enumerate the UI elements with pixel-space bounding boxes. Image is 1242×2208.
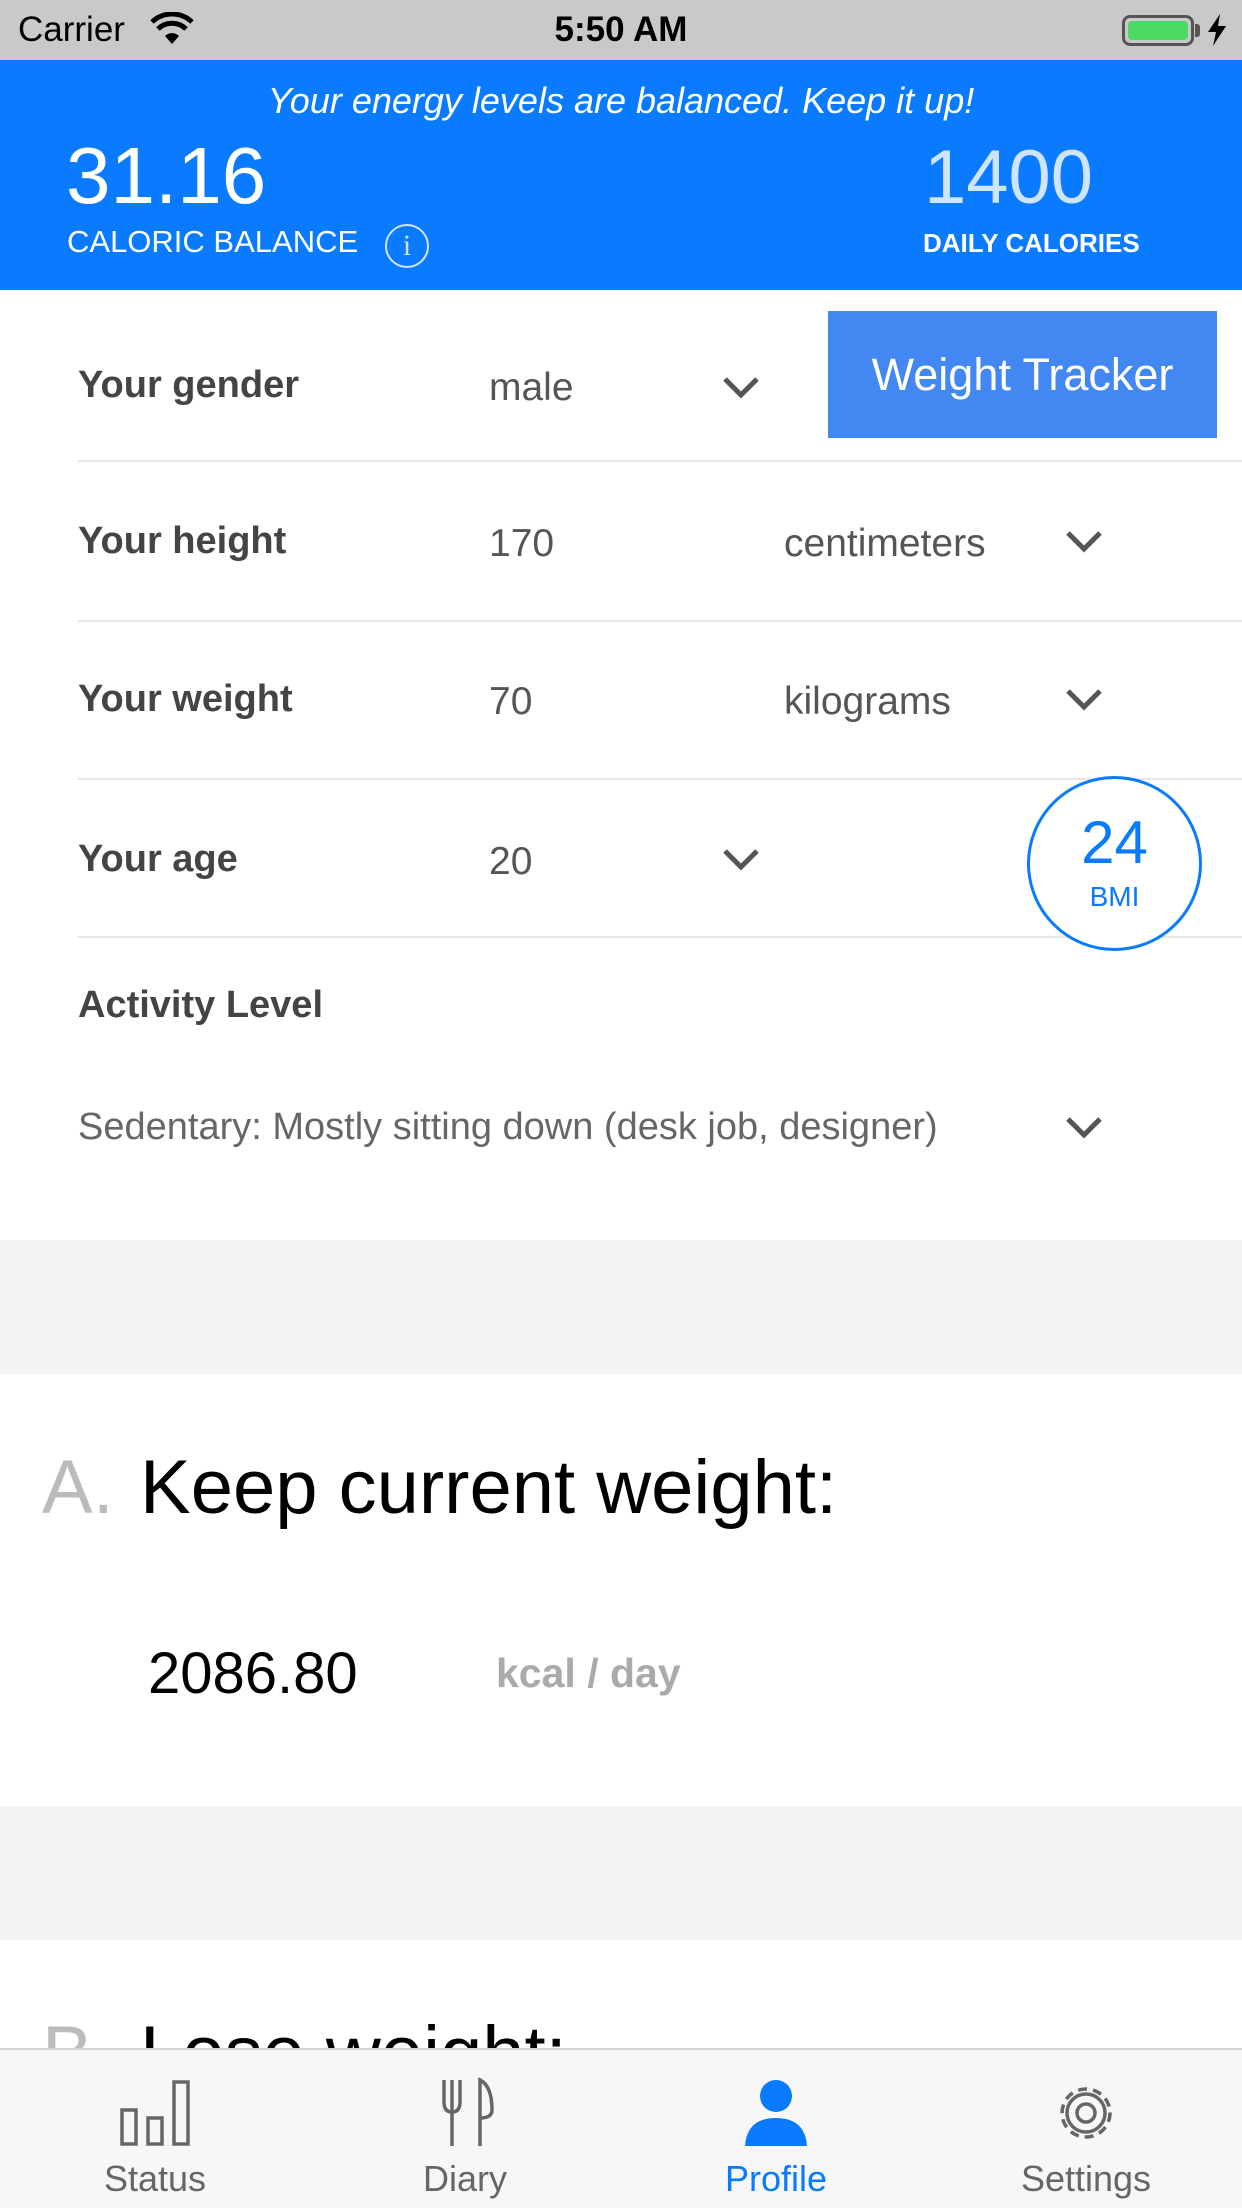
activity-level-select[interactable]: Sedentary: Mostly sitting down (desk job… xyxy=(78,1106,938,1149)
gender-label: Your gender xyxy=(78,364,299,406)
status-bar: Carrier 5:50 AM xyxy=(0,0,1242,60)
info-icon[interactable]: i xyxy=(385,224,429,268)
gear-icon xyxy=(1060,2087,1112,2139)
person-icon xyxy=(745,2080,807,2146)
weight-label: Your weight xyxy=(78,678,293,720)
tab-settings-label: Settings xyxy=(1020,2158,1152,2199)
weight-unit-select[interactable]: kilograms xyxy=(784,680,951,724)
height-unit-select[interactable]: centimeters xyxy=(784,522,986,566)
tab-profile[interactable]: Profile xyxy=(621,2050,931,2208)
section-divider xyxy=(0,1806,1242,1940)
activity-level-title: Activity Level xyxy=(78,984,323,1026)
tab-profile-label: Profile xyxy=(724,2158,828,2199)
tab-status[interactable]: Status xyxy=(0,2050,310,2208)
tab-status-label: Status xyxy=(103,2158,207,2199)
weight-row: Your weight 70 kilograms xyxy=(78,622,1242,780)
goal-a-calories: 2086.80 xyxy=(148,1641,358,1706)
charging-bolt-icon xyxy=(1208,14,1226,46)
bmi-label: BMI xyxy=(1089,881,1140,912)
gender-select[interactable]: male xyxy=(489,366,574,410)
tab-settings[interactable]: Settings xyxy=(931,2050,1241,2208)
caloric-balance-value: 31.16 xyxy=(66,131,267,220)
energy-message: Your energy levels are balanced. Keep it… xyxy=(267,80,975,121)
fork-knife-icon xyxy=(442,2077,494,2146)
caloric-balance-label: CALORIC BALANCE xyxy=(67,224,359,259)
bmi-value: 24 xyxy=(1081,809,1148,876)
battery-tip xyxy=(1195,24,1200,37)
section-divider xyxy=(0,1240,1242,1374)
chevron-down-icon[interactable] xyxy=(1065,688,1103,712)
height-input[interactable]: 170 xyxy=(489,522,554,566)
tab-diary[interactable]: Diary xyxy=(310,2050,620,2208)
weight-tracker-button[interactable]: Weight Tracker xyxy=(828,311,1217,438)
bmi-badge: 24 BMI xyxy=(1027,776,1202,951)
tab-diary-label: Diary xyxy=(422,2158,507,2199)
goal-a-title: Keep current weight: xyxy=(140,1445,838,1530)
energy-header: Your energy levels are balanced. Keep it… xyxy=(0,60,1242,290)
age-label: Your age xyxy=(78,838,238,880)
chevron-down-icon[interactable] xyxy=(1065,530,1103,554)
clock: 5:50 AM xyxy=(554,10,688,49)
height-row: Your height 170 centimeters xyxy=(78,462,1242,622)
battery-icon xyxy=(1122,15,1194,46)
goal-a-letter: A. xyxy=(42,1445,114,1530)
chevron-down-icon[interactable] xyxy=(722,848,760,872)
tab-bar: Status Diary Profile Settings xyxy=(0,2048,1242,2208)
daily-calories-label: DAILY CALORIES xyxy=(923,228,1140,258)
bar-chart-icon xyxy=(120,2080,190,2146)
height-label: Your height xyxy=(78,520,287,562)
weight-input[interactable]: 70 xyxy=(489,680,532,724)
chevron-down-icon[interactable] xyxy=(722,376,760,400)
chevron-down-icon[interactable] xyxy=(1065,1116,1103,1140)
goal-a-unit: kcal / day xyxy=(496,1650,681,1696)
age-select[interactable]: 20 xyxy=(489,840,532,884)
daily-calories-value: 1400 xyxy=(924,135,1094,220)
